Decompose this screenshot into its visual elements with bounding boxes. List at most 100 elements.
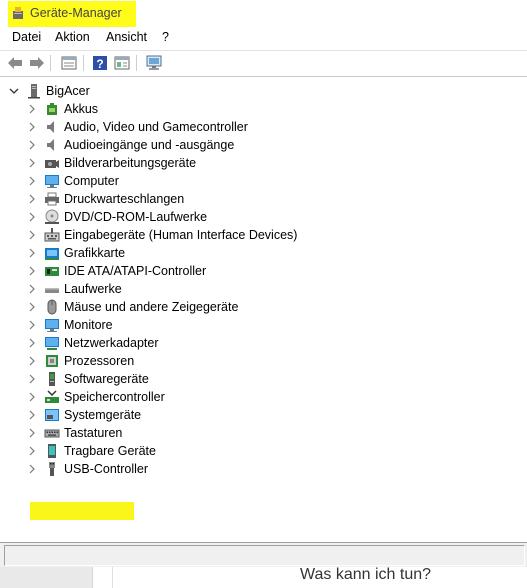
keyboard-icon (44, 425, 60, 441)
printer-icon (44, 191, 60, 207)
monitor-icon (44, 317, 60, 333)
chevron-right-icon[interactable] (26, 247, 38, 259)
portable-device-icon (44, 443, 60, 459)
tree-item-usb[interactable]: USB-Controller (26, 460, 148, 478)
tree-item-label: Eingabegeräte (Human Interface Devices) (64, 228, 298, 242)
tree-item-dvd[interactable]: DVD/CD-ROM-Laufwerke (26, 208, 207, 226)
tastaturen-highlight (30, 502, 134, 520)
battery-icon (44, 101, 60, 117)
toolbar-border (0, 76, 527, 77)
back-icon[interactable] (6, 54, 24, 72)
chevron-right-icon[interactable] (26, 103, 38, 115)
tree-item-storage[interactable]: Speichercontroller (26, 388, 165, 406)
network-adapter-icon (44, 335, 60, 351)
chevron-right-icon[interactable] (26, 283, 38, 295)
menu-help[interactable]: ? (162, 30, 169, 44)
toolbar-separator (83, 55, 84, 71)
help-icon[interactable]: ? (91, 54, 109, 72)
tree-item-portable[interactable]: Tragbare Geräte (26, 442, 156, 460)
tree-item-graphics[interactable]: Grafikkarte (26, 244, 125, 262)
tree-item-system-devices[interactable]: Systemgeräte (26, 406, 141, 424)
toolbar-separator (50, 55, 51, 71)
tree-item-label: Audioeingänge und -ausgänge (64, 138, 235, 152)
status-pane (4, 545, 525, 566)
menu-datei[interactable]: Datei (12, 30, 41, 44)
toolbar-separator (136, 55, 137, 71)
chevron-right-icon[interactable] (26, 139, 38, 151)
chevron-right-icon[interactable] (26, 319, 38, 331)
chevron-right-icon[interactable] (26, 409, 38, 421)
chevron-right-icon[interactable] (26, 229, 38, 241)
tree-item-label: Tragbare Geräte (64, 444, 156, 458)
background-question: Was kann ich tun? (300, 566, 432, 583)
chevron-right-icon[interactable] (26, 427, 38, 439)
tree-item-software-devices[interactable]: Softwaregeräte (26, 370, 149, 388)
chevron-right-icon[interactable] (26, 175, 38, 187)
tree-item-hid[interactable]: Eingabegeräte (Human Interface Devices) (26, 226, 297, 244)
chevron-down-icon[interactable] (8, 85, 20, 97)
tree-item-print-queues[interactable]: Druckwarteschlangen (26, 190, 184, 208)
toolbar: ? (0, 51, 527, 75)
menu-aktion[interactable]: Aktion (55, 30, 90, 44)
tree-item-label: Softwaregeräte (64, 372, 149, 386)
hid-icon (44, 227, 60, 243)
tree-item-label: Laufwerke (64, 282, 122, 296)
tree-item-label: Prozessoren (64, 354, 135, 368)
chevron-right-icon[interactable] (26, 157, 38, 169)
chevron-right-icon[interactable] (26, 301, 38, 313)
disk-drive-icon (44, 281, 60, 297)
device-manager-app-icon (11, 6, 25, 20)
tree-item-label: Monitore (64, 318, 113, 332)
tree-item-label: Akkus (64, 102, 99, 116)
forward-icon[interactable] (28, 54, 46, 72)
system-device-icon (44, 407, 60, 423)
tree-item-akkus[interactable]: Akkus (26, 100, 98, 118)
tree-root[interactable]: BigAcer (8, 82, 90, 100)
tree-item-network[interactable]: Netzwerkadapter (26, 334, 159, 352)
chevron-right-icon[interactable] (26, 463, 38, 475)
chevron-right-icon[interactable] (26, 121, 38, 133)
tree-item-computer[interactable]: Computer (26, 172, 119, 190)
tree-item-label: IDE ATA/ATAPI-Controller (64, 264, 207, 278)
tree-item-label: Systemgeräte (64, 408, 142, 422)
svg-text:?: ? (96, 57, 103, 71)
tree-item-label: Audio, Video und Gamecontroller (64, 120, 248, 134)
menu-ansicht[interactable]: Ansicht (106, 30, 147, 44)
chevron-right-icon[interactable] (26, 265, 38, 277)
tree-item-imaging[interactable]: Bildverarbeitungsgeräte (26, 154, 196, 172)
tree-item-audio-video[interactable]: Audio, Video und Gamecontroller (26, 118, 248, 136)
storage-controller-icon (44, 389, 60, 405)
tree-item-label: Bildverarbeitungsgeräte (64, 156, 197, 170)
menu-bar: Datei Aktion Ansicht ? (0, 30, 527, 48)
tree-item-monitors[interactable]: Monitore (26, 316, 113, 334)
tree-item-mice[interactable]: Mäuse und andere Zeigegeräte (26, 298, 238, 316)
display-adapter-icon (44, 245, 60, 261)
chevron-right-icon[interactable] (26, 355, 38, 367)
chevron-right-icon[interactable] (26, 445, 38, 457)
chevron-right-icon[interactable] (26, 193, 38, 205)
tree-item-keyboards[interactable]: Tastaturen (26, 424, 122, 442)
mouse-icon (44, 299, 60, 315)
details-icon[interactable] (113, 54, 131, 72)
speaker-icon (44, 137, 60, 153)
tree-item-label: USB-Controller (64, 462, 149, 476)
dvd-icon (44, 209, 60, 225)
chevron-right-icon[interactable] (26, 373, 38, 385)
software-device-icon (44, 371, 60, 387)
background-page (0, 567, 527, 588)
tree-item-label: Netzwerkadapter (64, 336, 159, 350)
chevron-right-icon[interactable] (26, 211, 38, 223)
speaker-icon (44, 119, 60, 135)
properties-icon[interactable] (60, 54, 78, 72)
chevron-right-icon[interactable] (26, 337, 38, 349)
tree-item-drives[interactable]: Laufwerke (26, 280, 122, 298)
camera-icon (44, 155, 60, 171)
chevron-right-icon[interactable] (26, 391, 38, 403)
tree-item-processors[interactable]: Prozessoren (26, 352, 134, 370)
monitor-scan-icon[interactable] (145, 54, 163, 72)
tree-item-ide[interactable]: IDE ATA/ATAPI-Controller (26, 262, 206, 280)
status-bar (0, 543, 527, 567)
tree-item-audio-io[interactable]: Audioeingänge und -ausgänge (26, 136, 234, 154)
usb-icon (44, 461, 60, 477)
tree-item-label: Tastaturen (64, 426, 123, 440)
